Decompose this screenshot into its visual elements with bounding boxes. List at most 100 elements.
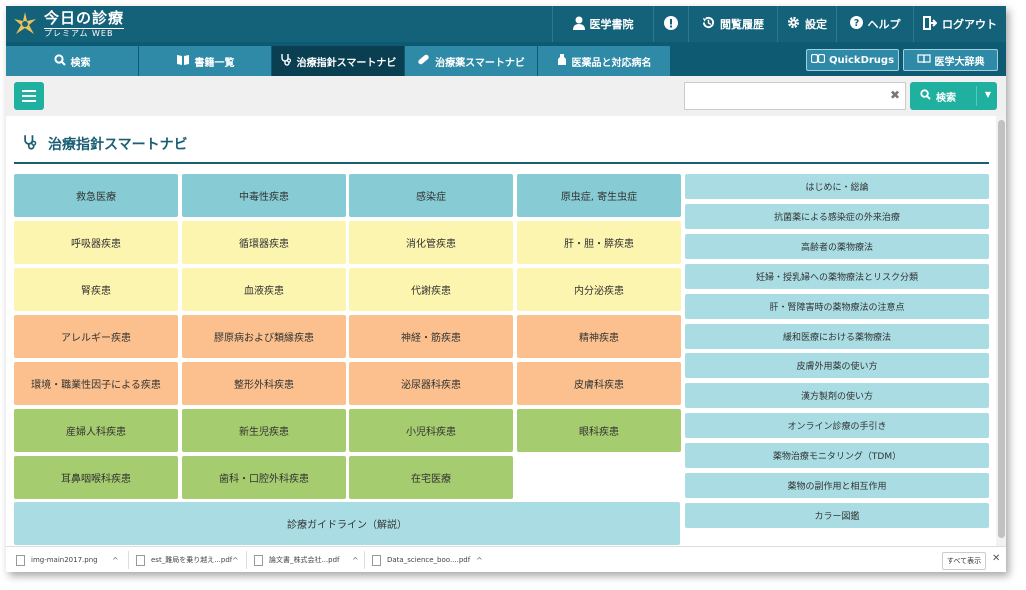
download-divider — [246, 551, 247, 569]
chevron-up-icon[interactable]: ^ — [232, 556, 239, 565]
category-label: 肝・胆・膵疾患 — [564, 239, 634, 250]
chevron-up-icon[interactable]: ^ — [112, 556, 119, 565]
hamburger-menu-button[interactable] — [14, 82, 44, 110]
side-link-label: 高齢者の薬物療法 — [800, 242, 873, 253]
side-link-label: 抗菌薬による感染症の外来治療 — [774, 212, 900, 223]
category-label: 皮膚科疾患 — [574, 380, 624, 391]
download-item[interactable]: Data_science_boo....pdf ^ — [372, 547, 483, 572]
category-button[interactable]: 精神疾患 — [517, 315, 681, 358]
pill-icon — [417, 53, 430, 69]
category-button[interactable]: 代謝疾患 — [349, 268, 513, 311]
quickdrugs-icon — [810, 53, 826, 66]
search-dropdown-caret-icon[interactable]: ▼ — [985, 90, 991, 99]
tab-drug-navi[interactable]: 治療薬スマートナビ — [405, 46, 537, 76]
side-link[interactable]: はじめに・総論 — [685, 174, 989, 199]
show-all-downloads-button[interactable]: すべて表示 — [942, 552, 986, 570]
stethoscope-icon — [22, 134, 38, 154]
category-label: 精神疾患 — [579, 333, 619, 344]
tab-books[interactable]: 書籍一覧 — [139, 46, 271, 76]
chevron-up-icon[interactable]: ^ — [476, 556, 483, 565]
gear-icon — [787, 16, 800, 32]
medical-dictionary-button[interactable]: 医学大辞典 — [903, 49, 998, 71]
help-icon: ? — [849, 16, 863, 32]
close-icon[interactable]: ✕ — [992, 553, 1000, 564]
top-nav-alert[interactable] — [653, 6, 688, 42]
clear-search-icon[interactable]: ✖ — [890, 88, 900, 102]
side-link[interactable]: 薬物の副作用と相互作用 — [685, 473, 989, 498]
top-nav-publisher[interactable]: 医学書院 — [552, 6, 653, 42]
chevron-up-icon[interactable]: ^ — [352, 556, 359, 565]
search-button[interactable]: 検索 ▼ — [910, 82, 997, 110]
category-button[interactable]: 耳鼻咽喉科疾患 — [14, 456, 178, 499]
side-link[interactable]: 妊婦・授乳婦への薬物療法とリスク分類 — [685, 263, 989, 289]
side-link-label: カラー図鑑 — [814, 511, 860, 522]
top-nav-logout[interactable]: ログアウト — [913, 6, 1006, 42]
side-link-label: 漢方製剤の使い方 — [800, 392, 873, 403]
category-button[interactable]: 消化管疾患 — [349, 221, 513, 264]
main-content: 治療指針スマートナビ 救急医療 中毒性疾患 感染症 原虫症, 寄生虫症呼吸器疾患 循環器… — [6, 116, 996, 546]
category-button[interactable]: 歯科・口腔外科疾患 — [182, 456, 346, 499]
tab-drug-navi-label: 治療薬スマートナビ — [435, 57, 525, 69]
tab-search[interactable]: 検索 — [6, 46, 138, 76]
quickdrugs-button[interactable]: QuickDrugs — [806, 49, 899, 71]
page-title: 治療指針スマートナビ — [22, 134, 188, 154]
category-button[interactable]: 眼科疾患 — [517, 409, 681, 452]
category-button[interactable]: 原虫症, 寄生虫症 — [517, 174, 681, 217]
category-label: 呼吸器疾患 — [71, 239, 121, 250]
hamburger-menu-icon — [22, 90, 36, 92]
side-link[interactable]: オンライン診療の手引き — [685, 413, 989, 439]
category-button[interactable]: 産婦人科疾患 — [14, 409, 178, 452]
search-input[interactable] — [684, 82, 906, 110]
category-label: 小児科疾患 — [406, 427, 456, 438]
side-link[interactable]: 薬物治療モニタリング（TDM） — [685, 443, 989, 469]
category-button[interactable]: 環境・職業性因子による疾患 — [14, 362, 178, 405]
category-button[interactable]: 中毒性疾患 — [182, 174, 346, 217]
category-button[interactable]: 神経・筋疾患 — [349, 315, 513, 358]
category-button[interactable]: 感染症 — [349, 174, 513, 217]
side-link[interactable]: カラー図鑑 — [685, 502, 989, 528]
side-link[interactable]: 高齢者の薬物療法 — [685, 233, 989, 259]
tab-drugs-diseases[interactable]: 医薬品と対応病名 — [538, 46, 670, 76]
category-button[interactable]: 循環器疾患 — [182, 221, 346, 264]
logo[interactable]: 今日の診療 プレミアム WEB — [12, 9, 125, 39]
open-book-icon — [916, 53, 931, 67]
category-label: 中毒性疾患 — [239, 192, 289, 203]
vertical-scrollbar[interactable] — [997, 116, 1006, 546]
category-button[interactable]: 血液疾患 — [182, 268, 346, 311]
side-link[interactable]: 皮膚外用薬の使い方 — [685, 353, 989, 379]
category-label: 原虫症, 寄生虫症 — [560, 192, 638, 203]
category-button[interactable]: 膠原病および類縁疾患 — [182, 315, 346, 358]
top-nav-help[interactable]: ? ヘルプ — [836, 6, 913, 42]
top-nav-settings[interactable]: 設定 — [777, 6, 836, 42]
download-filename: 論文書_株式会社...pdf — [269, 556, 340, 564]
download-item[interactable]: 論文書_株式会社...pdf ^ — [254, 547, 359, 572]
side-link[interactable]: 漢方製剤の使い方 — [685, 383, 989, 409]
side-link[interactable]: 抗菌薬による感染症の外来治療 — [685, 203, 989, 229]
side-link-label: はじめに・総論 — [805, 183, 869, 193]
category-button[interactable]: 新生児疾患 — [182, 409, 346, 452]
scrollbar-thumb[interactable] — [998, 120, 1005, 538]
category-button[interactable]: 腎疾患 — [14, 268, 178, 311]
side-link[interactable]: 緩和医療における薬物療法 — [685, 323, 989, 349]
tab-treatment-navi[interactable]: 治療指針スマートナビ — [272, 46, 404, 76]
download-item[interactable]: est_難局を乗り越え...pdf ^ — [136, 547, 239, 572]
tab-bar: 検索 書籍一覧 治療指針スマートナビ 治療薬スマートナビ 医薬品と対応病名 Qu… — [6, 42, 1006, 76]
category-button[interactable]: 在宅医療 — [349, 456, 513, 499]
category-button[interactable]: 救急医療 — [14, 174, 178, 217]
tab-drugs-diseases-label: 医薬品と対応病名 — [571, 57, 652, 69]
category-button[interactable]: 泌尿器科疾患 — [349, 362, 513, 405]
category-button[interactable]: 整形外科疾患 — [182, 362, 346, 405]
guideline-button[interactable]: 診療ガイドライン（解説） — [14, 502, 680, 545]
top-nav-history[interactable]: 閲覧履歴 — [688, 6, 777, 42]
category-button[interactable]: 呼吸器疾患 — [14, 221, 178, 264]
category-button[interactable]: 内分泌疾患 — [517, 268, 681, 311]
category-button[interactable]: アレルギー疾患 — [14, 315, 178, 358]
tab-search-label: 検索 — [70, 57, 91, 69]
category-button[interactable]: 小児科疾患 — [349, 409, 513, 452]
category-button[interactable]: 肝・胆・膵疾患 — [517, 221, 681, 264]
category-button[interactable]: 皮膚科疾患 — [517, 362, 681, 405]
category-label: 泌尿器科疾患 — [401, 380, 461, 391]
user-icon — [572, 16, 585, 33]
side-link[interactable]: 肝・腎障害時の薬物療法の注意点 — [685, 293, 989, 319]
download-item[interactable]: img-main2017.png ^ — [16, 547, 119, 572]
